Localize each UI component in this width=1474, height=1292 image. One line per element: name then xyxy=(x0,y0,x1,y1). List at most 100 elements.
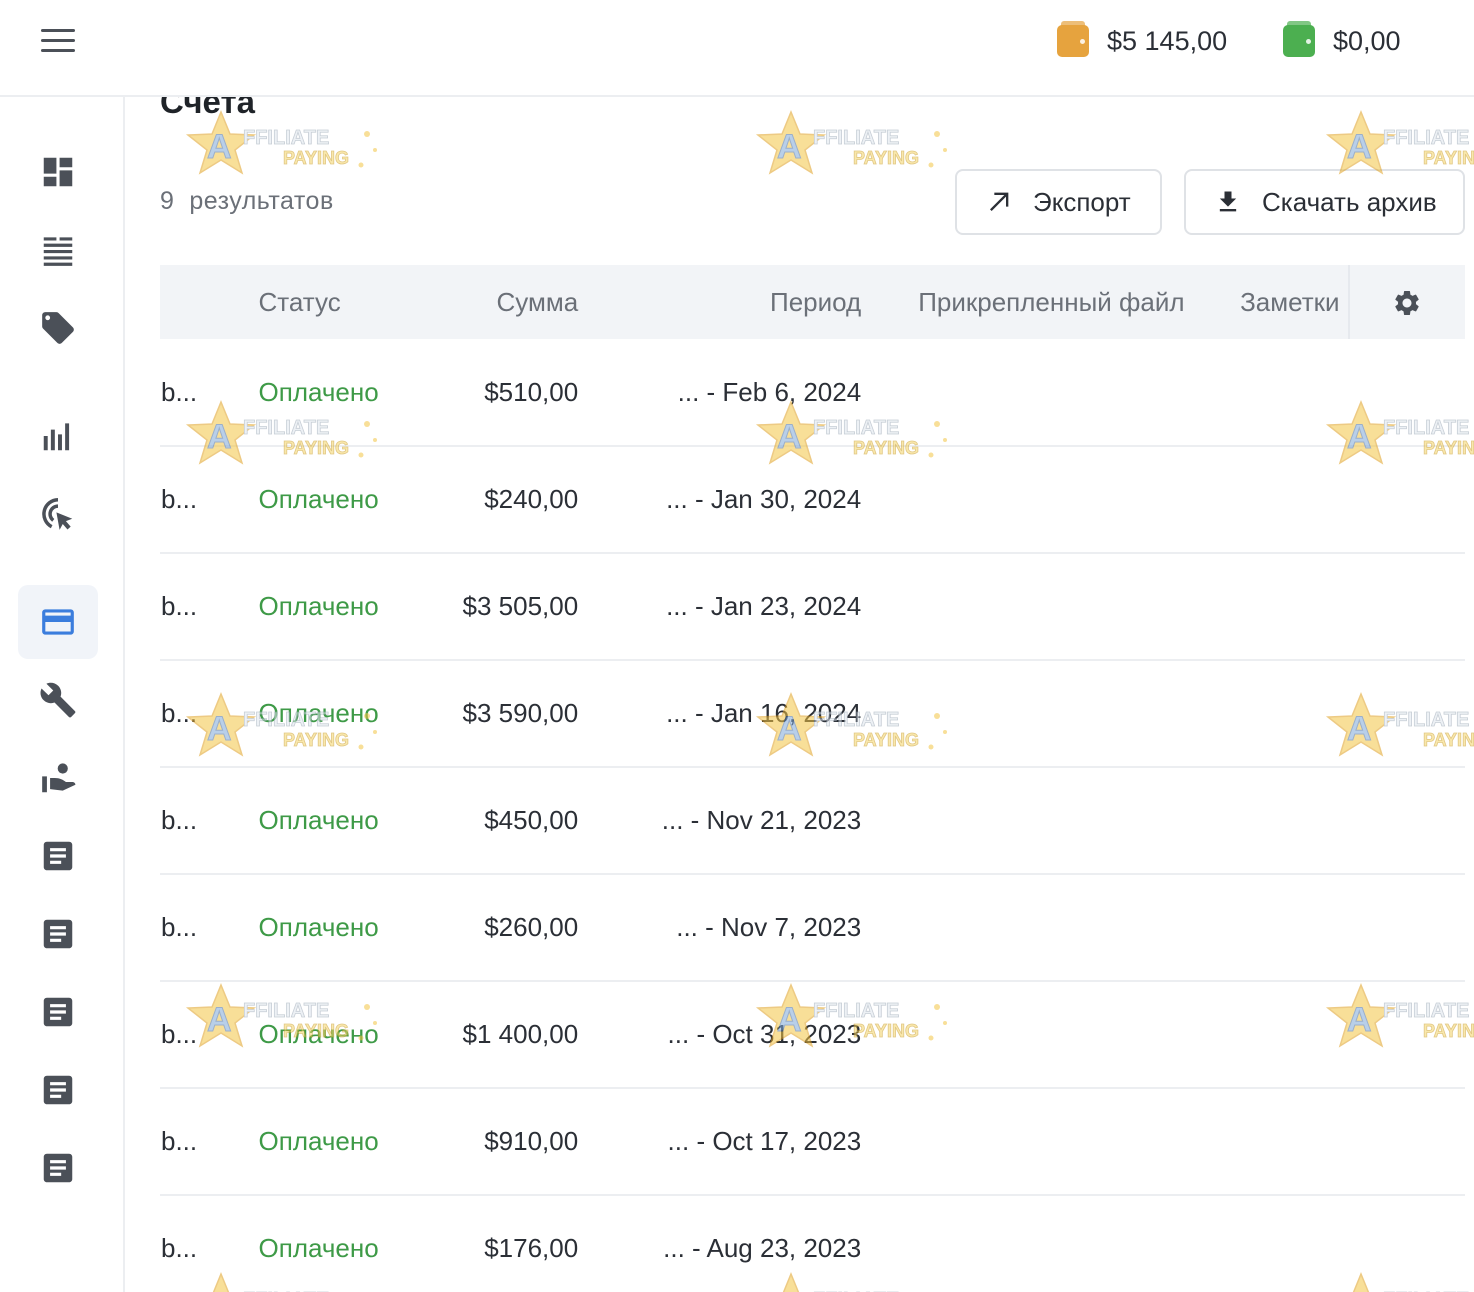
export-button[interactable]: Экспорт xyxy=(955,169,1162,235)
document-icon xyxy=(43,919,73,949)
sidebar-item-dashboard[interactable] xyxy=(18,135,98,209)
sidebar-item-doc-1[interactable] xyxy=(18,819,98,893)
cell-period: ... - Jan 16, 2024 xyxy=(666,698,862,728)
download-archive-button[interactable]: Скачать архив xyxy=(1184,169,1465,235)
cell-period: ... - Oct 31, 2023 xyxy=(667,1019,862,1049)
tag-icon xyxy=(42,312,74,344)
cell-file xyxy=(861,1088,1207,1195)
results-label: результатов xyxy=(189,187,334,215)
cell-sum: $1 400,00 xyxy=(462,1019,579,1049)
cell-sum: $176,00 xyxy=(484,1233,579,1263)
cell-actions xyxy=(1349,874,1465,981)
sidebar-item-statistics[interactable] xyxy=(18,399,98,473)
document-icon xyxy=(43,841,73,871)
table-row[interactable]: b... Оплачено $240,00 ... - Jan 30, 2024 xyxy=(160,446,1465,553)
column-header-id[interactable] xyxy=(160,265,259,339)
column-header-notes[interactable]: Заметки xyxy=(1207,265,1349,339)
cell-id[interactable]: b... xyxy=(160,1088,259,1195)
svg-text:A: A xyxy=(1347,128,1372,166)
cell-period: ... - Feb 6, 2024 xyxy=(677,376,862,407)
bar-chart-icon xyxy=(43,423,70,451)
column-settings[interactable] xyxy=(1347,265,1465,339)
column-header-sum[interactable]: Сумма xyxy=(437,265,579,339)
table-row[interactable]: b... Оплачено $176,00 ... - Aug 23, 2023 xyxy=(160,1195,1465,1292)
cell-file xyxy=(861,1195,1207,1292)
cell-sum: $510,00 xyxy=(484,376,579,407)
cell-notes xyxy=(1207,767,1349,874)
balance-main-value: $5 145,00 xyxy=(1107,25,1228,56)
table-row[interactable]: b... Оплачено $910,00 ... - Oct 17, 2023 xyxy=(160,1088,1465,1195)
cell-id[interactable]: b... xyxy=(160,660,259,767)
cell-notes xyxy=(1207,874,1349,981)
cell-actions xyxy=(1349,446,1465,553)
sidebar-item-doc-2[interactable] xyxy=(18,897,98,971)
table-header-row: Статус Сумма Период Прикрепленный файл З… xyxy=(160,265,1465,339)
svg-text:PAYING: PAYING xyxy=(283,148,349,168)
cell-actions xyxy=(1349,981,1465,1088)
sidebar-item-clicks[interactable] xyxy=(18,477,98,551)
cell-actions xyxy=(1349,1088,1465,1195)
sidebar-item-doc-3[interactable] xyxy=(18,975,98,1049)
sidebar-item-list[interactable] xyxy=(18,213,98,287)
sidebar xyxy=(0,97,125,1292)
table-row[interactable]: b... Оплачено $3 590,00 ... - Jan 16, 20… xyxy=(160,660,1465,767)
cell-status: Оплачено xyxy=(258,1233,379,1263)
column-header-period[interactable]: Период xyxy=(578,265,861,339)
cell-id[interactable]: b... xyxy=(160,339,259,446)
sidebar-item-doc-4[interactable] xyxy=(18,1053,98,1127)
column-header-status[interactable]: Статус xyxy=(259,265,437,339)
table-row[interactable]: b... Оплачено $3 505,00 ... - Jan 23, 20… xyxy=(160,553,1465,660)
cell-actions xyxy=(1349,339,1465,446)
cell-id[interactable]: b... xyxy=(160,446,259,553)
cell-notes xyxy=(1207,1195,1349,1292)
gear-icon[interactable] xyxy=(1392,288,1422,318)
cell-file xyxy=(861,981,1207,1088)
credit-card-icon xyxy=(42,609,74,635)
click-target-icon xyxy=(42,498,73,530)
watermark-logo: A FFILIATEPAYING xyxy=(755,110,955,180)
cell-notes xyxy=(1207,1088,1349,1195)
cell-id[interactable]: b... xyxy=(160,1195,259,1292)
cell-file xyxy=(861,553,1207,660)
cell-status: Оплачено xyxy=(258,912,379,942)
list-icon xyxy=(43,237,73,266)
column-header-file[interactable]: Прикрепленный файл xyxy=(861,265,1207,339)
cell-notes xyxy=(1207,446,1349,553)
cell-sum: $910,00 xyxy=(484,1126,579,1156)
cell-period: ... - Jan 23, 2024 xyxy=(666,591,862,621)
table-row[interactable]: b... Оплачено $260,00 ... - Nov 7, 2023 xyxy=(160,874,1465,981)
sidebar-item-tags[interactable] xyxy=(18,291,98,365)
cell-sum: $260,00 xyxy=(484,912,579,942)
table-row[interactable]: b... Оплачено $1 400,00 ... - Oct 31, 20… xyxy=(160,981,1465,1088)
document-icon xyxy=(43,1153,73,1183)
balance-main[interactable]: $5 145,00 xyxy=(1057,21,1228,60)
arrow-up-right-icon xyxy=(990,192,1009,211)
cell-file xyxy=(861,446,1207,553)
svg-text:FFILIATE: FFILIATE xyxy=(1383,127,1469,149)
cell-id[interactable]: b... xyxy=(160,874,259,981)
sidebar-item-doc-5[interactable] xyxy=(18,1131,98,1205)
cell-status: Оплачено xyxy=(258,698,379,728)
cell-status: Оплачено xyxy=(258,591,379,621)
cell-file xyxy=(861,660,1207,767)
cell-id[interactable]: b... xyxy=(160,553,259,660)
sidebar-item-payments[interactable] xyxy=(18,585,98,659)
cell-file xyxy=(861,339,1207,446)
cell-notes xyxy=(1207,660,1349,767)
cell-id[interactable]: b... xyxy=(160,981,259,1088)
wallet-icon xyxy=(1283,21,1315,57)
sidebar-item-referrals[interactable] xyxy=(18,741,98,815)
svg-text:A: A xyxy=(207,128,232,166)
sidebar-item-tools[interactable] xyxy=(18,663,98,737)
cell-period: ... - Nov 21, 2023 xyxy=(661,805,862,835)
cell-id[interactable]: b... xyxy=(160,767,259,874)
results-number: 9 xyxy=(160,187,175,215)
cell-sum: $240,00 xyxy=(484,484,579,514)
svg-text:FFILIATE: FFILIATE xyxy=(813,127,899,149)
table-row[interactable]: b... Оплачено $510,00 ... - Feb 6, 2024 xyxy=(160,339,1465,446)
balance-secondary[interactable]: $0,00 xyxy=(1283,21,1401,60)
referral-icon xyxy=(42,763,76,793)
table-row[interactable]: b... Оплачено $450,00 ... - Nov 21, 2023 xyxy=(160,767,1465,874)
hamburger-icon[interactable] xyxy=(41,29,77,53)
results-count: 9 результатов xyxy=(160,187,334,216)
